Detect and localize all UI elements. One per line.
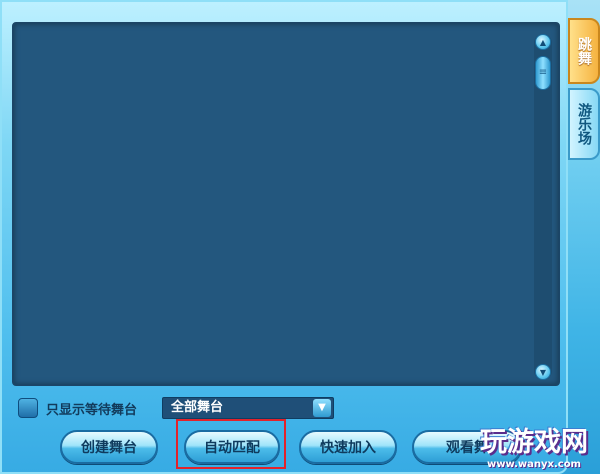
scroll-up-button[interactable]: ▲ <box>535 34 551 50</box>
stage-filter-value: 全部舞台 <box>171 400 224 415</box>
create-stage-label: 创建舞台 <box>81 440 137 456</box>
stage-filter-select[interactable]: 全部舞台 ▼ <box>162 397 334 419</box>
scroll-thumb[interactable]: ≡ <box>535 56 551 90</box>
watermark-url: www.wanyx.com <box>487 459 581 470</box>
quick-join-label: 快速加入 <box>320 440 376 456</box>
auto-match-highlight-box <box>176 419 286 469</box>
show-waiting-checkbox[interactable] <box>18 398 38 418</box>
watermark-logo: 玩游戏网 <box>480 427 588 458</box>
arrow-up-icon: ▲ <box>539 37 547 47</box>
tab-amusement-label: 游乐场 <box>576 103 592 145</box>
filter-row: 只显示等待舞台 <box>18 396 137 420</box>
scroll-down-button[interactable]: ▼ <box>535 364 551 380</box>
arrow-down-icon: ▼ <box>539 367 547 377</box>
create-stage-button[interactable]: 创建舞台 <box>60 430 158 464</box>
tab-dance[interactable]: 跳舞 <box>568 18 600 84</box>
quick-join-button[interactable]: 快速加入 <box>299 430 397 464</box>
grip-icon: ≡ <box>538 67 548 78</box>
site-watermark: 玩游戏网 www.wanyx.com <box>468 420 600 474</box>
main-frame: ▲ ≡ ▼ 只显示等待舞台 全部舞台 ▼ 创建舞台 自动匹配 快速加入 观看舞 <box>0 0 568 474</box>
tab-dance-label: 跳舞 <box>576 37 592 65</box>
room-list-panel[interactable]: ▲ ≡ ▼ <box>12 22 560 386</box>
show-waiting-label: 只显示等待舞台 <box>46 402 138 418</box>
tab-amusement-park[interactable]: 游乐场 <box>568 88 600 160</box>
room-list-scrollbar[interactable]: ▲ ≡ ▼ <box>534 34 552 380</box>
chevron-down-icon[interactable]: ▼ <box>313 399 331 417</box>
